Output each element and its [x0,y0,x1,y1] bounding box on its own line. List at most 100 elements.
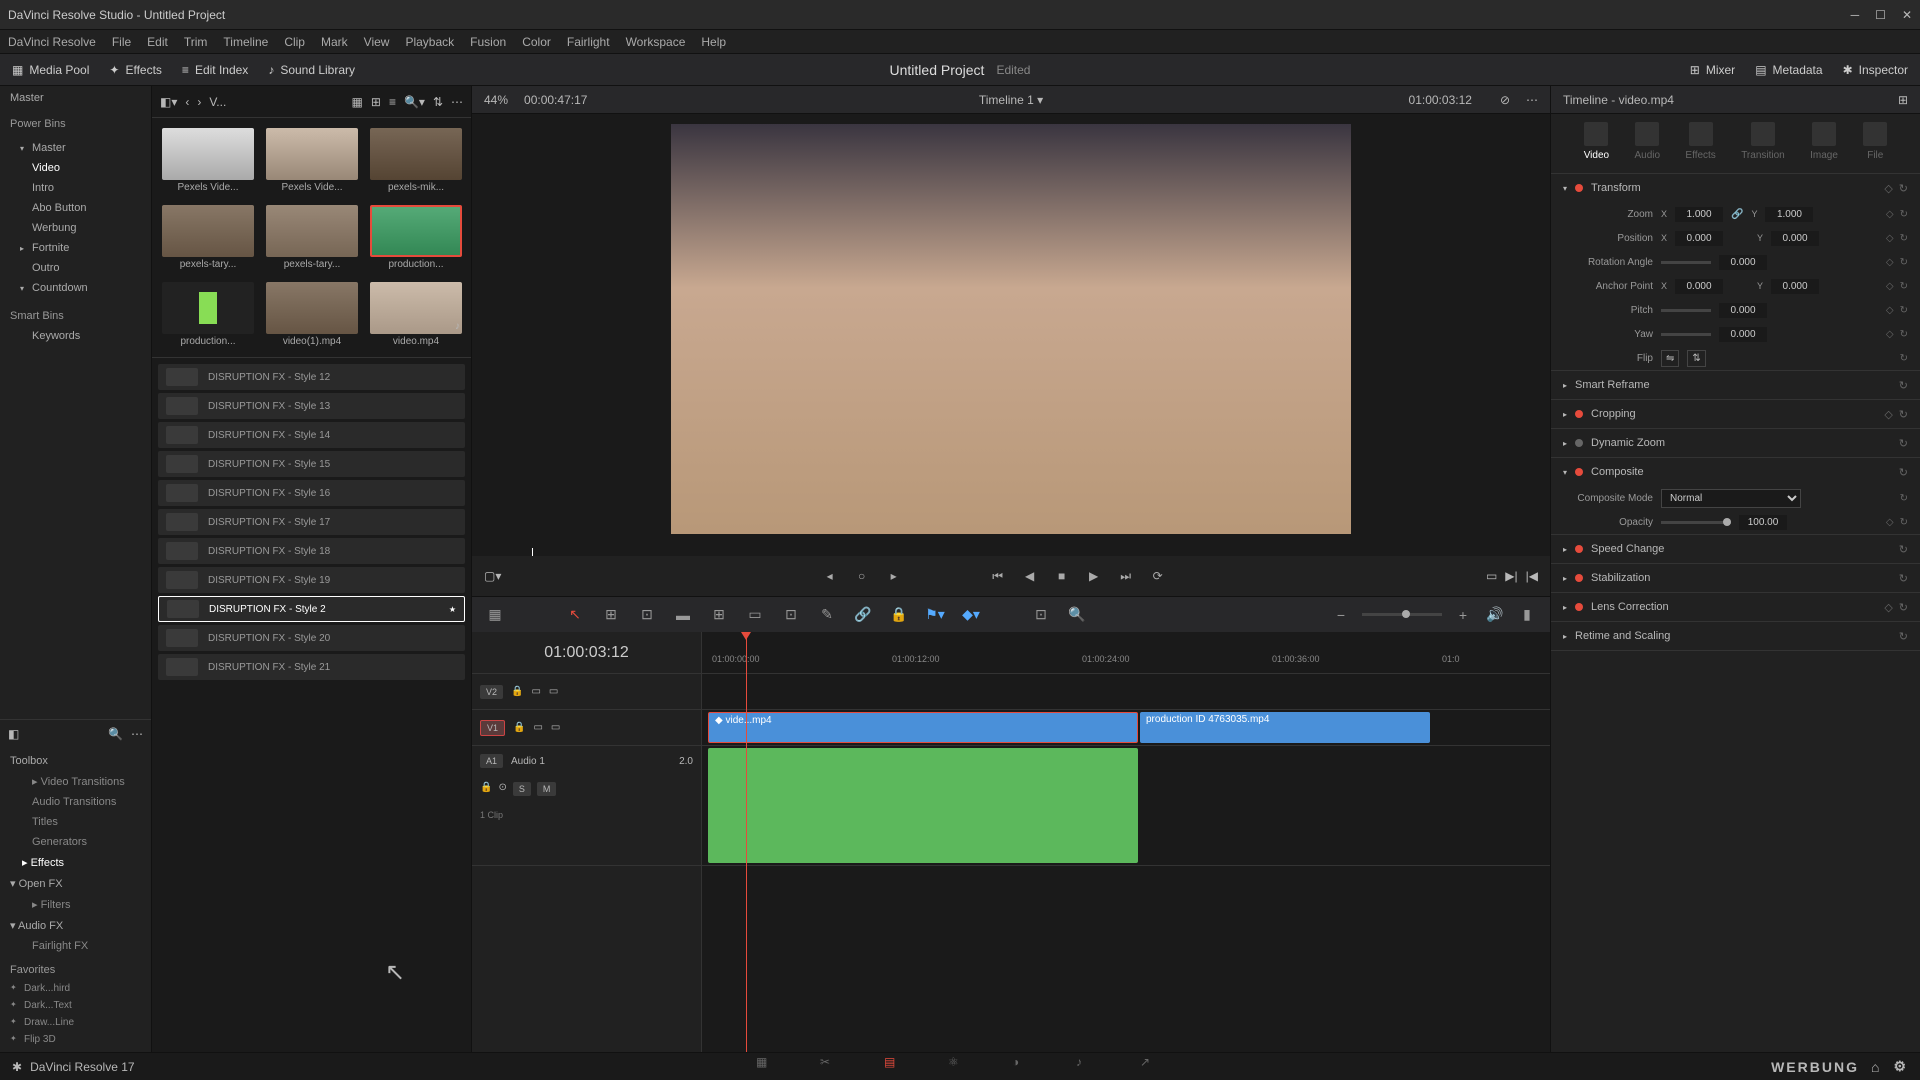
menu-item[interactable]: Playback [405,35,454,49]
anchor-y-input[interactable] [1771,279,1819,294]
generators-cat[interactable]: Generators [0,832,151,852]
titles-cat[interactable]: Titles [0,812,151,832]
edit-index-button[interactable]: ≡Edit Index [182,63,248,77]
deliver-page-icon[interactable]: ↗ [1140,1055,1164,1079]
opacity-slider[interactable] [1661,521,1731,524]
keyframe-icon[interactable]: ◇ [1884,182,1892,195]
zoom-slider[interactable] [1362,613,1442,616]
effect-item[interactable]: DISRUPTION FX - Style 12 [158,364,465,390]
reset-icon[interactable]: ↻ [1900,329,1908,340]
cut-page-icon[interactable]: ✂ [820,1055,844,1079]
volume-icon[interactable]: 🔊 [1484,604,1506,626]
menu-item[interactable]: Clip [284,35,305,49]
options-icon[interactable]: ⋯ [451,95,463,109]
effect-item[interactable]: DISRUPTION FX - Style 13 [158,393,465,419]
clip-thumb[interactable]: ♪video.mp4 [370,282,462,347]
search-icon[interactable]: 🔍 [1066,604,1088,626]
replace-icon[interactable]: ⊡ [780,604,802,626]
flip-h-button[interactable]: ⇋ [1661,350,1679,367]
lens-header[interactable]: Lens Correction◇↻ [1551,593,1920,621]
media-pool-button[interactable]: ▦Media Pool [12,63,89,77]
snap-icon[interactable]: ⊡ [1030,604,1052,626]
effect-item[interactable]: DISRUPTION FX - Style 20 [158,625,465,651]
sort-icon[interactable]: ⇅ [433,95,443,109]
clip-thumb[interactable]: pexels-mik... [370,128,462,193]
last-frame-icon[interactable]: ⏭ [1116,566,1136,586]
app-icon[interactable]: ✱ [12,1060,22,1074]
keyframe-icon[interactable]: ◇ [1886,305,1894,316]
keyframe-icon[interactable]: ◇ [1886,517,1894,528]
menu-item[interactable]: Timeline [223,35,268,49]
reset-icon[interactable]: ↻ [1899,408,1908,421]
reset-icon[interactable]: ↻ [1900,233,1908,244]
clip-video2[interactable]: production ID 4763035.mp4 [1140,712,1430,743]
reset-icon[interactable]: ↻ [1899,466,1908,479]
effects-list[interactable]: DISRUPTION FX - Style 12 DISRUPTION FX -… [152,357,471,1052]
view-list-icon[interactable]: ≡ [389,95,396,109]
bin-video[interactable]: Video [0,158,151,178]
track-header-v1[interactable]: V1 🔒 ▭ ▭ [472,710,701,746]
keyframe-icon[interactable]: ◇ [1886,257,1894,268]
viewer-zoom[interactable]: 44% [484,93,508,107]
zoom-x-input[interactable] [1675,207,1723,222]
speed-header[interactable]: Speed Change↻ [1551,535,1920,563]
track-header-v2[interactable]: V2 🔒 ▭ ▭ [472,674,701,710]
prev-edit-icon[interactable]: ◂ [820,566,840,586]
effect-item[interactable]: DISRUPTION FX - Style 14 [158,422,465,448]
menu-item[interactable]: File [112,35,131,49]
fairlight-page-icon[interactable]: ♪ [1076,1055,1100,1079]
effect-item[interactable]: DISRUPTION FX - Style 18 [158,538,465,564]
timeline-name[interactable]: Timeline 1 ▾ [979,93,1043,107]
cropping-header[interactable]: Cropping◇↻ [1551,400,1920,428]
fav-item[interactable]: Flip 3D [0,1031,151,1048]
pitch-slider[interactable] [1661,309,1711,312]
first-frame-icon[interactable]: ⏮ [988,566,1008,586]
menu-item[interactable]: View [364,35,390,49]
bin-intro[interactable]: Intro [0,178,151,198]
search-icon[interactable]: 🔍 [108,727,123,741]
retime-header[interactable]: Retime and Scaling↻ [1551,622,1920,650]
insert-icon[interactable]: ⊞ [708,604,730,626]
zoom-y-input[interactable] [1765,207,1813,222]
menu-item[interactable]: Trim [184,35,208,49]
clip-thumb[interactable]: production... [370,205,462,270]
clip-thumb[interactable]: pexels-tary... [266,205,358,270]
inspector-button[interactable]: ✱Inspector [1843,63,1908,77]
openfx-cat[interactable]: ▾ Open FX [0,873,151,894]
clip-video1[interactable]: ◆ vide...mp4 [708,712,1138,743]
keyframe-icon[interactable]: ◇ [1884,408,1892,421]
single-viewer-icon[interactable]: ▭ [1486,569,1497,583]
clip-audio1[interactable] [708,748,1138,863]
reset-icon[interactable]: ↻ [1900,353,1908,364]
menu-item[interactable]: Mark [321,35,348,49]
reset-icon[interactable]: ↻ [1900,493,1908,504]
lock-icon[interactable]: 🔒 [511,686,523,697]
clip-thumb[interactable]: production... [162,282,254,347]
tab-file[interactable]: File [1863,122,1887,165]
menu-item[interactable]: Edit [147,35,168,49]
mute-button[interactable]: M [537,782,557,796]
panel-layout-icon[interactable]: ◧▾ [160,95,177,109]
settings-icon[interactable]: ⚙ [1893,1058,1908,1075]
reset-icon[interactable]: ↻ [1899,182,1908,195]
close-icon[interactable]: ✕ [1902,8,1912,22]
selection-tool-icon[interactable]: ↖ [564,604,586,626]
next-edit-icon[interactable]: ▸ [884,566,904,586]
media-page-icon[interactable]: ▦ [756,1055,780,1079]
dynamic-trim-icon[interactable]: ⊡ [636,604,658,626]
clip-thumb[interactable]: video(1).mp4 [266,282,358,347]
bin-countdown[interactable]: Countdown [0,278,151,298]
view-grid-icon[interactable]: ⊞ [371,95,381,109]
loop-playback-icon[interactable]: ⟳ [1148,566,1168,586]
pos-y-input[interactable] [1771,231,1819,246]
dynamic-zoom-header[interactable]: Dynamic Zoom↻ [1551,429,1920,457]
bin-abo[interactable]: Abo Button [0,198,151,218]
effect-item-selected[interactable]: DISRUPTION FX - Style 2 [158,596,465,622]
view-filmstrip-icon[interactable]: ▦ [352,95,363,109]
timeline-ruler[interactable]: 01:00:00:00 01:00:12:00 01:00:24:00 01:0… [702,632,1550,674]
lock-icon[interactable]: 🔒 [888,604,910,626]
effect-item[interactable]: DISRUPTION FX - Style 17 [158,509,465,535]
reset-icon[interactable]: ↻ [1899,572,1908,585]
bypass-icon[interactable]: ⊘ [1500,93,1510,107]
smart-reframe-header[interactable]: Smart Reframe↻ [1551,371,1920,399]
